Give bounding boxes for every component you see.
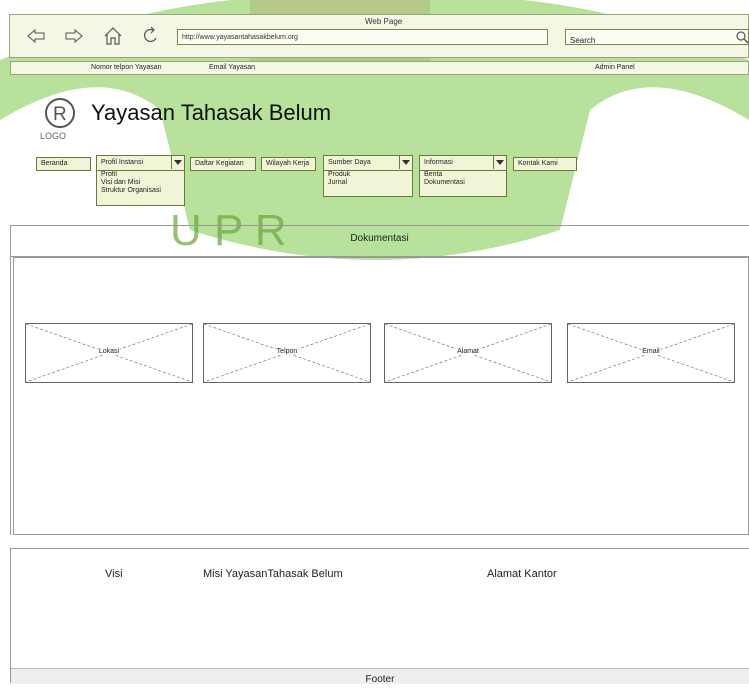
- svg-text:R: R: [53, 104, 67, 125]
- placeholder-label: Email: [641, 348, 661, 355]
- placeholder-label: Alamat: [456, 348, 480, 355]
- visi-label: Visi: [105, 568, 123, 580]
- refresh-button[interactable]: [141, 26, 161, 46]
- logo-label: LOGO: [40, 131, 66, 140]
- refresh-icon: [143, 26, 157, 43]
- image-placeholder-alamat: Alamat: [384, 323, 552, 383]
- nav-beranda[interactable]: Beranda: [36, 157, 91, 171]
- admin-panel-link[interactable]: Admin Panel: [595, 64, 635, 71]
- email-label: Email Yayasan: [209, 64, 256, 71]
- nav-informasi-item[interactable]: Dokumentasi: [420, 179, 506, 187]
- url-bar[interactable]: http://www.yayasantahasakbelum.org: [177, 29, 548, 45]
- divider: [10, 225, 11, 535]
- forward-button[interactable]: [64, 26, 84, 46]
- nav-daftar-kegiatan[interactable]: Daftar Kegiatan: [190, 157, 256, 171]
- image-placeholder-telpon: Telpon: [203, 323, 371, 383]
- chevron-down-icon[interactable]: [171, 156, 184, 169]
- nav-wilayah-kerja[interactable]: Wilayah Kerja: [261, 157, 316, 171]
- nav-sumber-item[interactable]: Jurnal: [324, 179, 412, 187]
- chevron-down-icon[interactable]: [493, 156, 506, 169]
- section-title: Dokumentasi: [10, 225, 749, 257]
- image-placeholder-lokasi: Lokasi: [25, 323, 193, 383]
- search-placeholder: Search: [570, 36, 596, 45]
- footer: Footer: [11, 668, 749, 685]
- alamat-kantor-label: Alamat Kantor: [487, 568, 557, 580]
- nav-informasi-dropdown[interactable]: Informasi Berita Dokumentasi: [419, 155, 507, 197]
- placeholder-label: Lokasi: [97, 348, 121, 355]
- nav-profil-item[interactable]: Profil: [97, 171, 184, 179]
- content-area: [13, 257, 749, 535]
- chevron-down-icon[interactable]: [399, 156, 412, 169]
- nav-sumber-daya-dropdown[interactable]: Sumber Daya Produk Jurnal: [323, 155, 413, 197]
- nav-profil-dropdown[interactable]: Profil Instansi Profil Visi dan Misi Str…: [96, 155, 185, 206]
- image-placeholder-email: Email: [567, 323, 735, 383]
- home-button[interactable]: [103, 26, 123, 46]
- search-icon[interactable]: [735, 30, 749, 44]
- nav-informasi-item[interactable]: Berita: [420, 171, 506, 179]
- nav-sumber-item[interactable]: Produk: [324, 171, 412, 179]
- site-title: Yayasan Tahasak Belum: [91, 100, 332, 125]
- nav-profil-item[interactable]: Visi dan Misi: [97, 179, 184, 187]
- nav-profil-label: Profil Instansi: [101, 159, 144, 166]
- arrow-right-icon: [65, 28, 83, 44]
- search-input[interactable]: Search: [565, 29, 749, 45]
- arrow-left-icon: [27, 28, 45, 44]
- home-icon: [104, 27, 122, 45]
- window-title: Web Page: [365, 17, 403, 26]
- logo-icon: R LOGO: [40, 98, 75, 140]
- nav-profil-item[interactable]: Struktur Organisasi: [97, 187, 184, 195]
- misi-label: Misi YayasanTahasak Belum: [203, 568, 343, 580]
- placeholder-label: Telpon: [275, 348, 299, 355]
- info-bar: Nomor telpon Yayasan Email Yayasan Admin…: [10, 61, 749, 75]
- nav-sumber-label: Sumber Daya: [328, 159, 371, 166]
- nav-informasi-label: Informasi: [424, 159, 453, 166]
- nav-kontak-kami[interactable]: Kontak Kami: [513, 157, 577, 171]
- back-button[interactable]: [26, 26, 46, 46]
- phone-label: Nomor telpon Yayasan: [91, 64, 162, 71]
